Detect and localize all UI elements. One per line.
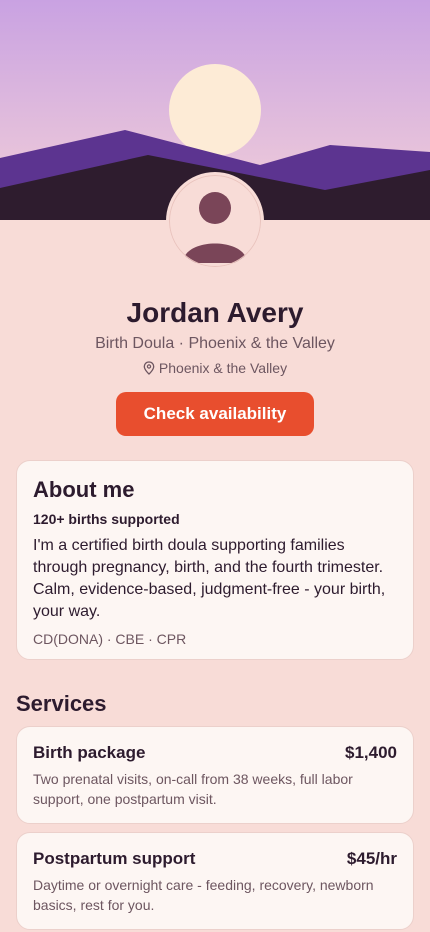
check-availability-button[interactable]: Check availability [116,392,314,436]
sun-shape [169,64,261,156]
service-card[interactable]: Postpartum support $45/hr Daytime or ove… [16,832,414,930]
profile-name: Jordan Avery [126,297,304,328]
service-description: Daytime or overnight care - feeding, rec… [33,877,374,913]
service-card[interactable]: Birth package $1,400 Two prenatal visits… [16,726,414,824]
credentials: CD(DONA) · CBE · CPR [33,631,187,647]
service-price: $1,400 [345,743,397,762]
service-price: $45/hr [346,849,397,868]
service-name: Birth package [33,743,146,762]
profile-subtitle: Birth Doula · Phoenix & the Valley [95,335,335,352]
about-card: About me 120+ births supported I'm a cer… [16,460,414,660]
avatar [166,172,264,270]
services-title: Services [16,691,107,716]
location-text: Phoenix & the Valley [158,360,288,376]
about-title: About me [33,477,135,502]
births-stat: 120+ births supported [33,511,180,527]
service-name: Postpartum support [33,849,196,868]
profile-location: Phoenix & the Valley [0,360,430,378]
map-pin-icon [143,361,155,378]
about-bio: I'm a certified birth doula supporting f… [33,537,386,620]
service-description: Two prenatal visits, on-call from 38 wee… [33,771,353,807]
